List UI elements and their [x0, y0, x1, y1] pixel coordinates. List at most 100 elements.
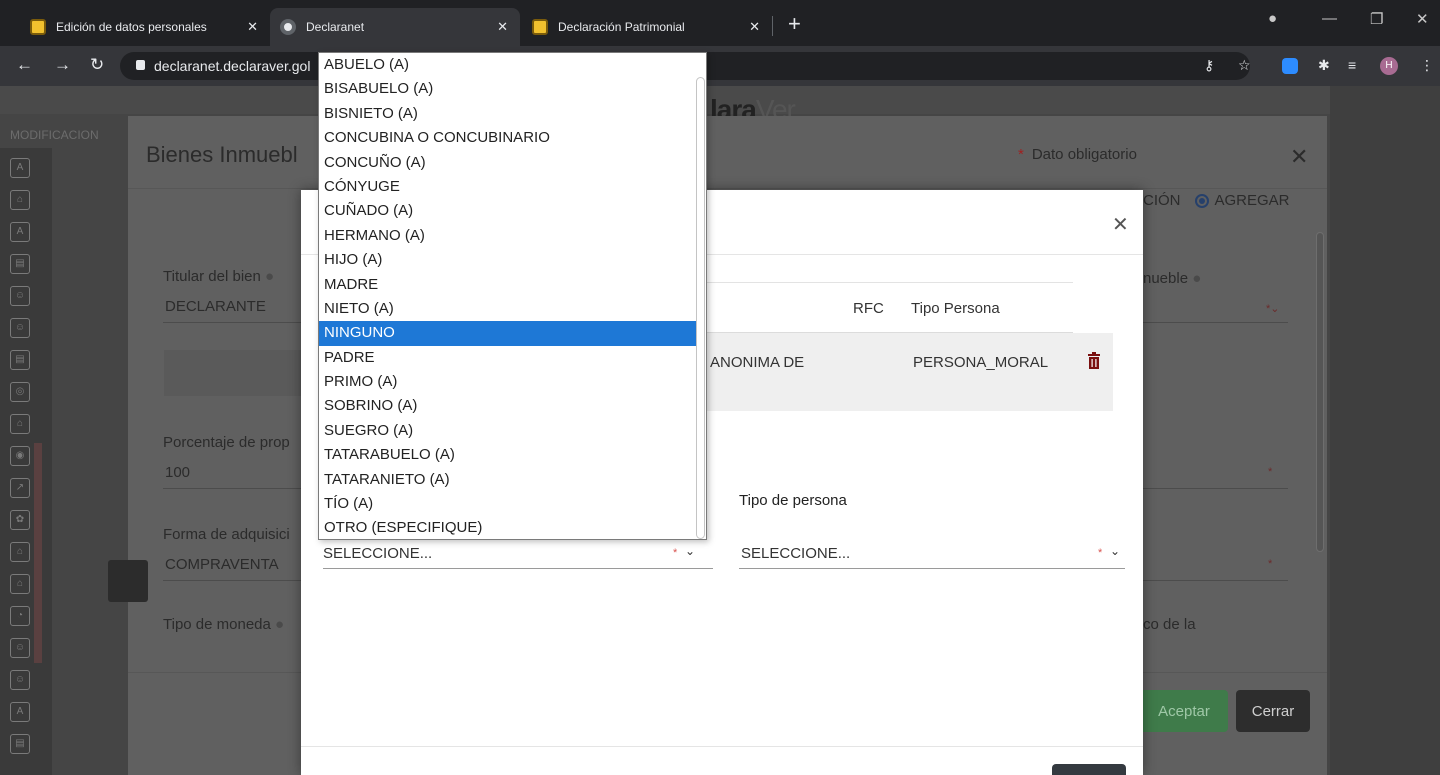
sidebar-item-icon[interactable]: ☺ — [10, 286, 30, 306]
modal-title: Bienes Inmuebl — [146, 142, 298, 167]
minimize-icon[interactable]: — — [1322, 10, 1337, 27]
bookmark-star-icon[interactable]: ☆ — [1238, 57, 1251, 74]
sidebar-item-icon[interactable]: ☺ — [10, 638, 30, 658]
profile-avatar[interactable]: H — [1380, 57, 1398, 75]
right-field-underline — [1143, 488, 1288, 489]
column-header-rfc: RFC — [853, 300, 884, 317]
forma-value[interactable]: COMPRAVENTA — [165, 556, 279, 573]
sidebar-item-icon[interactable]: ⌂ — [10, 574, 30, 594]
dropdown-option[interactable]: BISABUELO (A) — [319, 77, 697, 101]
parentesco-dropdown-list[interactable]: ABUELO (A) BISABUELO (A) BISNIETO (A) CONCU… — [318, 52, 707, 540]
cerrar-button[interactable]: Cerrar — [1236, 690, 1310, 732]
restore-icon[interactable]: ❐ — [1370, 10, 1383, 28]
tab-declaranet[interactable]: Declaranet ✕ — [270, 8, 520, 46]
dropdown-option[interactable]: NIETO (A) — [319, 297, 697, 321]
sidebar-item-icon[interactable]: ⌂ — [10, 414, 30, 434]
tab-close-icon[interactable]: ✕ — [247, 19, 258, 35]
sidebar-item-icon[interactable]: ◎ — [10, 382, 30, 402]
tipo-persona-select[interactable]: SELECCIONE... — [741, 545, 850, 562]
tipo-persona-label: Tipo de persona — [739, 492, 847, 509]
side-action-button[interactable] — [108, 560, 148, 602]
dropdown-option[interactable]: SOBRINO (A) — [319, 394, 697, 418]
tipo-inmueble-chevron-icon[interactable]: *⌄ — [1266, 302, 1280, 315]
dropdown-option[interactable]: HERMANO (A) — [319, 224, 697, 248]
dropdown-option[interactable]: SUEGRO (A) — [319, 419, 697, 443]
key-icon[interactable]: ⚷ — [1204, 57, 1214, 74]
porcentaje-value[interactable]: 100 — [165, 464, 190, 481]
url-text: declaranet.declaraver.gol — [154, 58, 311, 74]
sidebar-item-icon[interactable]: ⌂ — [10, 190, 30, 210]
dropdown-option[interactable]: HIJO (A) — [319, 248, 697, 272]
sidebar-item-icon[interactable]: ☺ — [10, 318, 30, 338]
forma-label: Forma de adquisici — [163, 526, 290, 543]
window-close-icon[interactable]: ✕ — [1416, 10, 1429, 28]
radio-agregar-label: AGREGAR — [1214, 192, 1290, 209]
parentesco-select[interactable]: SELECCIONE... — [323, 545, 432, 562]
dropdown-option[interactable]: ABUELO (A) — [319, 53, 697, 77]
sidebar-item-icon[interactable]: ▤ — [10, 350, 30, 370]
modal-footer-divider — [301, 746, 1143, 747]
sidebar-item-icon[interactable]: ↗ — [10, 478, 30, 498]
forward-icon[interactable]: → — [54, 55, 71, 75]
dropdown-option[interactable]: TÍO (A) — [319, 492, 697, 516]
dropdown-option[interactable]: BISNIETO (A) — [319, 102, 697, 126]
right-panel — [1330, 86, 1440, 775]
trash-icon[interactable] — [1087, 352, 1101, 370]
sidebar-item-icon[interactable]: A — [10, 222, 30, 242]
extensions-icon[interactable]: ✱ — [1318, 57, 1330, 74]
tab-declaracion-patrimonial[interactable]: Declaración Patrimonial ✕ — [522, 8, 772, 46]
sidebar-item-icon[interactable]: A — [10, 158, 30, 178]
reload-icon[interactable]: ↻ — [90, 55, 104, 75]
dropdown-option[interactable]: OTRO (ESPECIFIQUE) — [319, 516, 697, 539]
address-bar-row: ← → ↻ declaranet.declaraver.gol ⚷ ☆ ✱ ≡ … — [0, 46, 1440, 86]
dropdown-option[interactable]: TATARANIETO (A) — [319, 468, 697, 492]
zoom-extension-icon[interactable] — [1282, 58, 1298, 74]
dropdown-option[interactable]: CUÑADO (A) — [319, 199, 697, 223]
titular-value[interactable]: DECLARANTE — [165, 298, 266, 315]
dropdown-option[interactable]: NINGUNO — [319, 321, 697, 346]
footer-button[interactable] — [1052, 764, 1126, 775]
new-tab-icon[interactable]: + — [788, 13, 801, 35]
sidebar-item-icon[interactable]: ✿ — [10, 510, 30, 530]
lock-icon — [136, 60, 145, 70]
dropdown-scrollbar[interactable] — [696, 77, 705, 539]
radio-agregar[interactable] — [1194, 193, 1209, 208]
tab-edicion-datos[interactable]: Edición de datos personales ✕ — [20, 8, 270, 46]
required-asterisk-icon: * — [673, 547, 678, 559]
chevron-down-icon[interactable]: ⌄ — [685, 544, 695, 558]
back-icon[interactable]: ← — [16, 55, 33, 75]
modal-scrollbar[interactable] — [1316, 232, 1324, 552]
dropdown-option[interactable]: TATARABUELO (A) — [319, 443, 697, 467]
sidebar-item-icon[interactable]: ▤ — [10, 254, 30, 274]
right-field-label: co de la — [1143, 616, 1196, 633]
modal-close-icon[interactable]: ✕ — [1290, 144, 1308, 170]
dropdown-option[interactable]: PADRE — [319, 346, 697, 370]
parentesco-underline — [323, 568, 713, 569]
site-favicon-icon — [532, 19, 548, 35]
tab-close-icon[interactable]: ✕ — [497, 19, 508, 35]
dropdown-option[interactable]: CONCUBINA O CONCUBINARIO — [319, 126, 697, 150]
sidebar-item-icon[interactable]: ▤ — [10, 734, 30, 754]
dropdown-option[interactable]: CÓNYUGE — [319, 175, 697, 199]
tab-title: Declaración Patrimonial — [558, 20, 685, 34]
menu-dots-icon[interactable]: ⋮ — [1420, 57, 1434, 74]
sidebar-item-icon[interactable]: ☺ — [10, 670, 30, 690]
operation-radio-group[interactable]: CIÓN AGREGAR — [1143, 192, 1290, 209]
aceptar-button[interactable]: Aceptar — [1140, 690, 1228, 732]
sidebar-item-icon[interactable]: A — [10, 702, 30, 722]
row-name-cell: ANONIMA DE — [710, 354, 805, 371]
tab-close-icon[interactable]: ✕ — [749, 19, 760, 35]
sidebar-item-icon[interactable]: ⌂ — [10, 542, 30, 562]
required-asterisk-icon: * — [1018, 146, 1024, 163]
tab-search-icon[interactable]: ● — [1268, 10, 1277, 27]
dropdown-option[interactable]: PRIMO (A) — [319, 370, 697, 394]
modal-close-icon[interactable]: ✕ — [1112, 212, 1129, 237]
dropdown-option[interactable]: CONCUÑO (A) — [319, 151, 697, 175]
dropdown-option[interactable]: MADRE — [319, 273, 697, 297]
chevron-down-icon[interactable]: ⌄ — [1110, 544, 1120, 558]
required-asterisk-icon: * — [1268, 466, 1273, 478]
sidebar-item-icon[interactable]: ◔ — [10, 606, 30, 626]
sidebar-item-icon[interactable]: ◉ — [10, 446, 30, 466]
media-queue-icon[interactable]: ≡ — [1348, 57, 1356, 73]
required-note: * Dato obligatorio — [1018, 146, 1137, 163]
